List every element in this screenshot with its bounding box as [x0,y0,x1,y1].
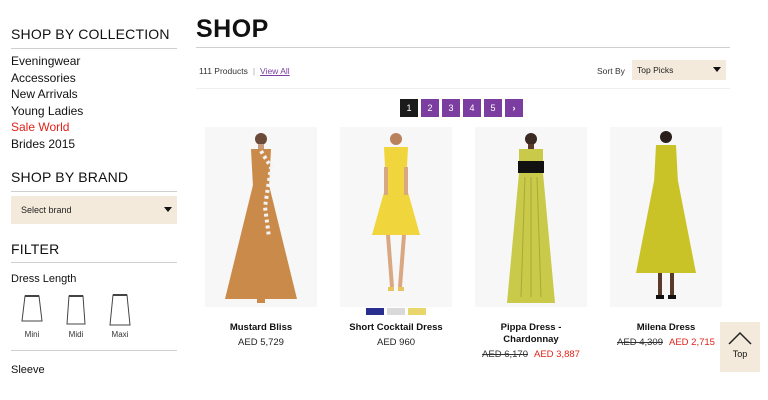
length-label-mini: Mini [24,330,40,339]
back-to-top-label: Top [732,349,748,359]
product-price: AED 6,170 AED 3,887 [475,349,587,360]
collection-item-brides-2015[interactable]: Brides 2015 [11,136,83,153]
sale-price: AED 2,715 [669,337,715,348]
collection-item-young-ladies[interactable]: Young Ladies [11,103,83,120]
color-swatch-navy[interactable] [366,308,384,315]
product-name[interactable]: Short Cocktail Dress [340,322,452,334]
maxi-skirt-icon [109,294,131,326]
dress-bodice [251,149,271,187]
product-count-bar: 111 Products | View All [199,66,290,76]
color-swatch-silver[interactable] [387,308,405,315]
sale-price: AED 3,887 [534,349,580,360]
product-card[interactable]: Milena Dress AED 4,309 AED 2,715 [610,127,722,348]
collection-item-sale-world[interactable]: Sale World [11,119,83,136]
product-count: 111 Products [199,66,248,76]
product-price: AED 4,309 AED 2,715 [610,337,722,348]
pagination: 1 2 3 4 5 › [400,99,523,117]
page-4-button[interactable]: 4 [463,99,481,117]
divider [196,88,730,89]
next-page-button[interactable]: › [505,99,523,117]
shop-by-brand-heading: SHOP BY BRAND [11,169,177,192]
gown-illustration [205,127,317,307]
length-label-midi: Midi [68,330,84,339]
length-option-maxi[interactable]: Maxi [105,294,135,339]
brand-select[interactable]: Select brand [11,196,177,224]
length-label-maxi: Maxi [111,330,129,339]
product-price: AED 960 [376,337,416,348]
product-name[interactable]: Milena Dress [610,322,722,334]
original-price: AED 4,309 [617,337,663,348]
page-2-button[interactable]: 2 [421,99,439,117]
page-1-button[interactable]: 1 [400,99,418,117]
original-price: AED 6,170 [482,349,528,360]
product-name[interactable]: Pippa Dress - Chardonnay [475,322,587,346]
product-card[interactable]: Pippa Dress - Chardonnay AED 6,170 AED 3,… [475,127,587,360]
shop-by-collection-heading: SHOP BY COLLECTION [11,26,177,49]
length-option-midi[interactable]: Midi [61,294,91,339]
collection-item-eveningwear[interactable]: Eveningwear [11,53,83,70]
back-to-top-button[interactable]: Top [720,322,760,372]
dress-length-options: Mini Midi Maxi [17,294,147,339]
collection-item-new-arrivals[interactable]: New Arrivals [11,86,83,103]
page-3-button[interactable]: 3 [442,99,460,117]
sort-by-label: Sort By [597,66,625,76]
color-swatches [366,308,426,315]
view-all-link[interactable]: View All [260,66,290,76]
brand-select-value: Select brand [21,205,72,215]
separator: | [252,66,256,76]
midi-skirt-icon [66,295,86,325]
filter-heading: FILTER [11,241,177,263]
pippa-dress-illustration [475,127,587,307]
mini-skirt-icon [21,295,43,322]
collection-list: Eveningwear Accessories New Arrivals You… [11,53,83,152]
sleeve-filter-label[interactable]: Sleeve [11,364,45,376]
divider [196,47,730,48]
page-5-button[interactable]: 5 [484,99,502,117]
product-image[interactable] [205,127,317,307]
sort-select-value: Top Picks [637,65,674,75]
product-image[interactable] [610,127,722,307]
product-image[interactable] [475,127,587,307]
dress-length-label: Dress Length [11,273,77,285]
product-price: AED 5,729 [238,337,284,348]
cocktail-dress-illustration [340,127,452,307]
product-card[interactable]: Mustard Bliss AED 5,729 [205,127,317,348]
length-option-mini[interactable]: Mini [17,294,47,339]
color-swatch-gold[interactable] [408,308,426,315]
divider [11,350,177,351]
milena-dress-illustration [610,127,722,307]
collection-item-accessories[interactable]: Accessories [11,70,83,87]
chevron-down-icon [164,207,172,212]
sort-select[interactable]: Top Picks [632,60,726,80]
page-title: SHOP [196,15,269,43]
product-name[interactable]: Mustard Bliss [205,322,317,334]
product-image[interactable] [340,127,452,307]
chevron-up-icon [728,331,752,345]
chevron-down-icon [713,67,721,72]
